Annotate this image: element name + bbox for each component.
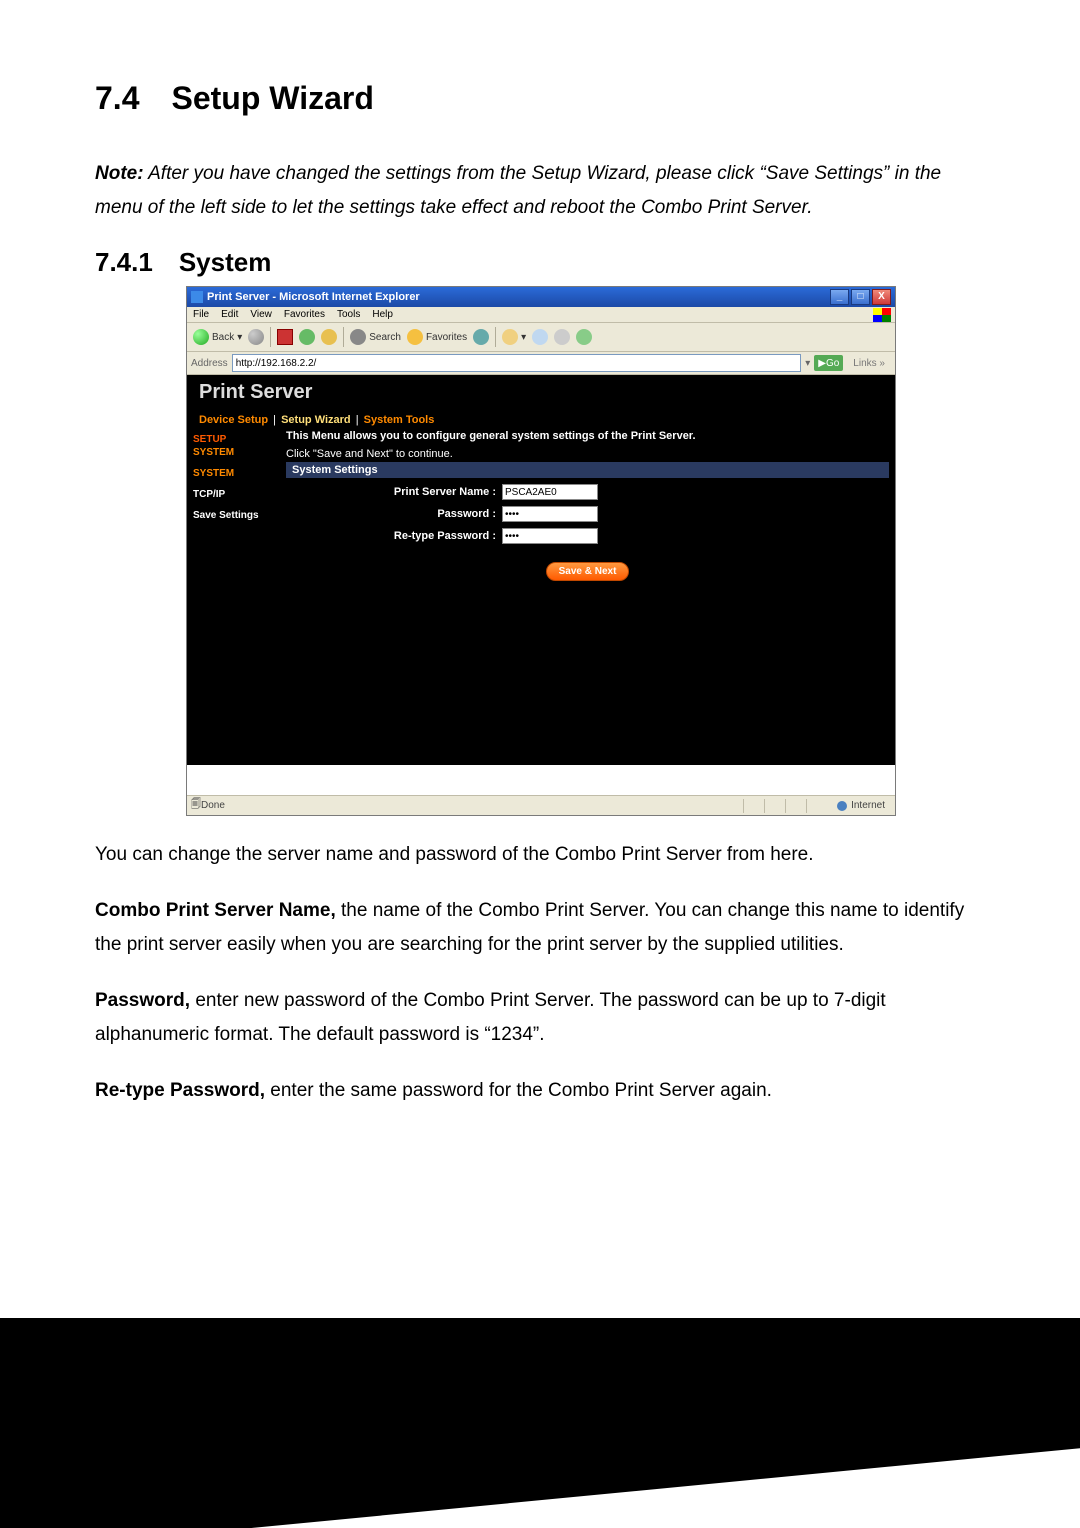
document-page: 7.4 Setup Wizard Note: After you have ch… [0, 0, 1080, 1108]
paragraph-intro: You can change the server name and passw… [95, 838, 985, 872]
note-label: Note: [95, 163, 144, 184]
links-label[interactable]: Links » [847, 358, 891, 369]
name-bold: Combo Print Server Name, [95, 900, 336, 921]
save-and-next-button[interactable]: Save & Next [546, 562, 630, 581]
intro-text: This Menu allows you to configure genera… [286, 430, 889, 442]
folder-icon [502, 329, 518, 345]
password-bold: Password, [95, 990, 190, 1011]
page-content: Print Server Device Setup | Setup Wizard… [187, 375, 895, 795]
menu-file[interactable]: File [193, 309, 209, 320]
window-title: Print Server - Microsoft Internet Explor… [207, 291, 420, 303]
media-button[interactable] [473, 329, 489, 345]
edit-icon [576, 329, 592, 345]
ie-addressbar: Address ▾ ▶ Go Links » [187, 352, 895, 375]
password-rest: enter new password of the Combo Print Se… [95, 990, 886, 1045]
label-print-server-name: Print Server Name : [286, 486, 502, 498]
search-icon [350, 329, 366, 345]
ie-toolbar: Back ▾ Search Favorites ▾ [187, 323, 895, 352]
refresh-icon [299, 329, 315, 345]
retype-bold: Re-type Password, [95, 1080, 265, 1101]
minimize-button[interactable]: _ [830, 289, 849, 305]
mail-icon [532, 329, 548, 345]
retype-rest: enter the same password for the Combo Pr… [265, 1080, 772, 1101]
forward-button[interactable] [248, 329, 264, 345]
printserver-brand: Print Server [199, 381, 883, 404]
menu-edit[interactable]: Edit [221, 309, 238, 320]
print-button[interactable] [554, 329, 570, 345]
address-dropdown[interactable]: ▾ [805, 358, 810, 369]
favorites-button[interactable]: Favorites [407, 329, 467, 345]
print-icon [554, 329, 570, 345]
menu-favorites[interactable]: Favorites [284, 309, 325, 320]
refresh-button[interactable] [299, 329, 315, 345]
forward-icon [248, 329, 264, 345]
label-retype-password: Re-type Password : [286, 530, 502, 542]
printserver-body: SETUP SYSTEM SYSTEM TCP/IP Save Settings… [187, 426, 895, 765]
back-button[interactable]: Back ▾ [193, 329, 242, 345]
stop-button[interactable] [277, 329, 293, 345]
sidebar-item-system[interactable]: SYSTEM [193, 468, 278, 479]
ie-statusbar: 🗐 Done Internet [187, 795, 895, 815]
footer-decoration [0, 1318, 1080, 1528]
edit-button[interactable] [576, 329, 592, 345]
globe-icon [837, 801, 847, 811]
ie-app-icon [191, 291, 203, 303]
close-button[interactable]: X [872, 289, 891, 305]
go-button[interactable]: ▶ Go [814, 355, 843, 371]
stop-icon [277, 329, 293, 345]
tab-setup-wizard[interactable]: Setup Wizard [281, 414, 351, 426]
ie-throbber-icon [873, 308, 891, 322]
sidebar-system-group: SYSTEM [193, 447, 278, 458]
maximize-button[interactable]: □ [851, 289, 870, 305]
home-icon [321, 329, 337, 345]
embedded-screenshot: Print Server - Microsoft Internet Explor… [186, 286, 894, 816]
search-button[interactable]: Search [350, 329, 401, 345]
menu-help[interactable]: Help [372, 309, 393, 320]
note-paragraph: Note: After you have changed the setting… [95, 157, 985, 225]
status-cells [743, 799, 827, 813]
hint-text: Click "Save and Next" to continue. [286, 448, 889, 460]
address-input[interactable] [232, 354, 802, 372]
mail-button[interactable] [532, 329, 548, 345]
ie-window: Print Server - Microsoft Internet Explor… [186, 286, 896, 816]
status-done: Done [201, 800, 225, 811]
ie-page-icon: 🗐 [191, 797, 201, 814]
paragraph-password: Password, enter new password of the Comb… [95, 984, 985, 1052]
input-retype-password[interactable] [502, 528, 598, 544]
tab-device-setup[interactable]: Device Setup [199, 414, 268, 426]
row-retype-password: Re-type Password : [286, 528, 889, 544]
history-button[interactable]: ▾ [502, 329, 526, 345]
label-password: Password : [286, 508, 502, 520]
row-print-server-name: Print Server Name : [286, 484, 889, 500]
ie-titlebar: Print Server - Microsoft Internet Explor… [187, 287, 895, 307]
menu-view[interactable]: View [250, 309, 272, 320]
paragraph-name: Combo Print Server Name, the name of the… [95, 894, 985, 962]
row-password: Password : [286, 506, 889, 522]
address-label: Address [191, 358, 228, 369]
printserver-tabs: Device Setup | Setup Wizard | System Too… [199, 414, 883, 426]
printserver-main: This Menu allows you to configure genera… [284, 426, 895, 765]
sidebar-item-tcpip[interactable]: TCP/IP [193, 489, 278, 500]
sidebar-setup: SETUP [193, 434, 278, 445]
back-icon [193, 329, 209, 345]
star-icon [407, 329, 423, 345]
status-zone: Internet [827, 800, 891, 811]
heading-7-4: 7.4 Setup Wizard [95, 80, 985, 117]
system-settings-header: System Settings [286, 462, 889, 478]
content-bottom-gap [187, 765, 895, 795]
heading-7-4-1: 7.4.1 System [95, 247, 985, 278]
printserver-header: Print Server Device Setup | Setup Wizard… [187, 375, 895, 426]
paragraph-retype: Re-type Password, enter the same passwor… [95, 1074, 985, 1108]
home-button[interactable] [321, 329, 337, 345]
ie-menubar: File Edit View Favorites Tools Help [187, 307, 895, 323]
input-password[interactable] [502, 506, 598, 522]
tab-system-tools[interactable]: System Tools [364, 414, 435, 426]
printserver-sidebar: SETUP SYSTEM SYSTEM TCP/IP Save Settings [187, 426, 284, 765]
menu-tools[interactable]: Tools [337, 309, 360, 320]
note-body: After you have changed the settings from… [95, 163, 941, 218]
media-icon [473, 329, 489, 345]
sidebar-item-save-settings[interactable]: Save Settings [193, 510, 278, 521]
input-print-server-name[interactable] [502, 484, 598, 500]
